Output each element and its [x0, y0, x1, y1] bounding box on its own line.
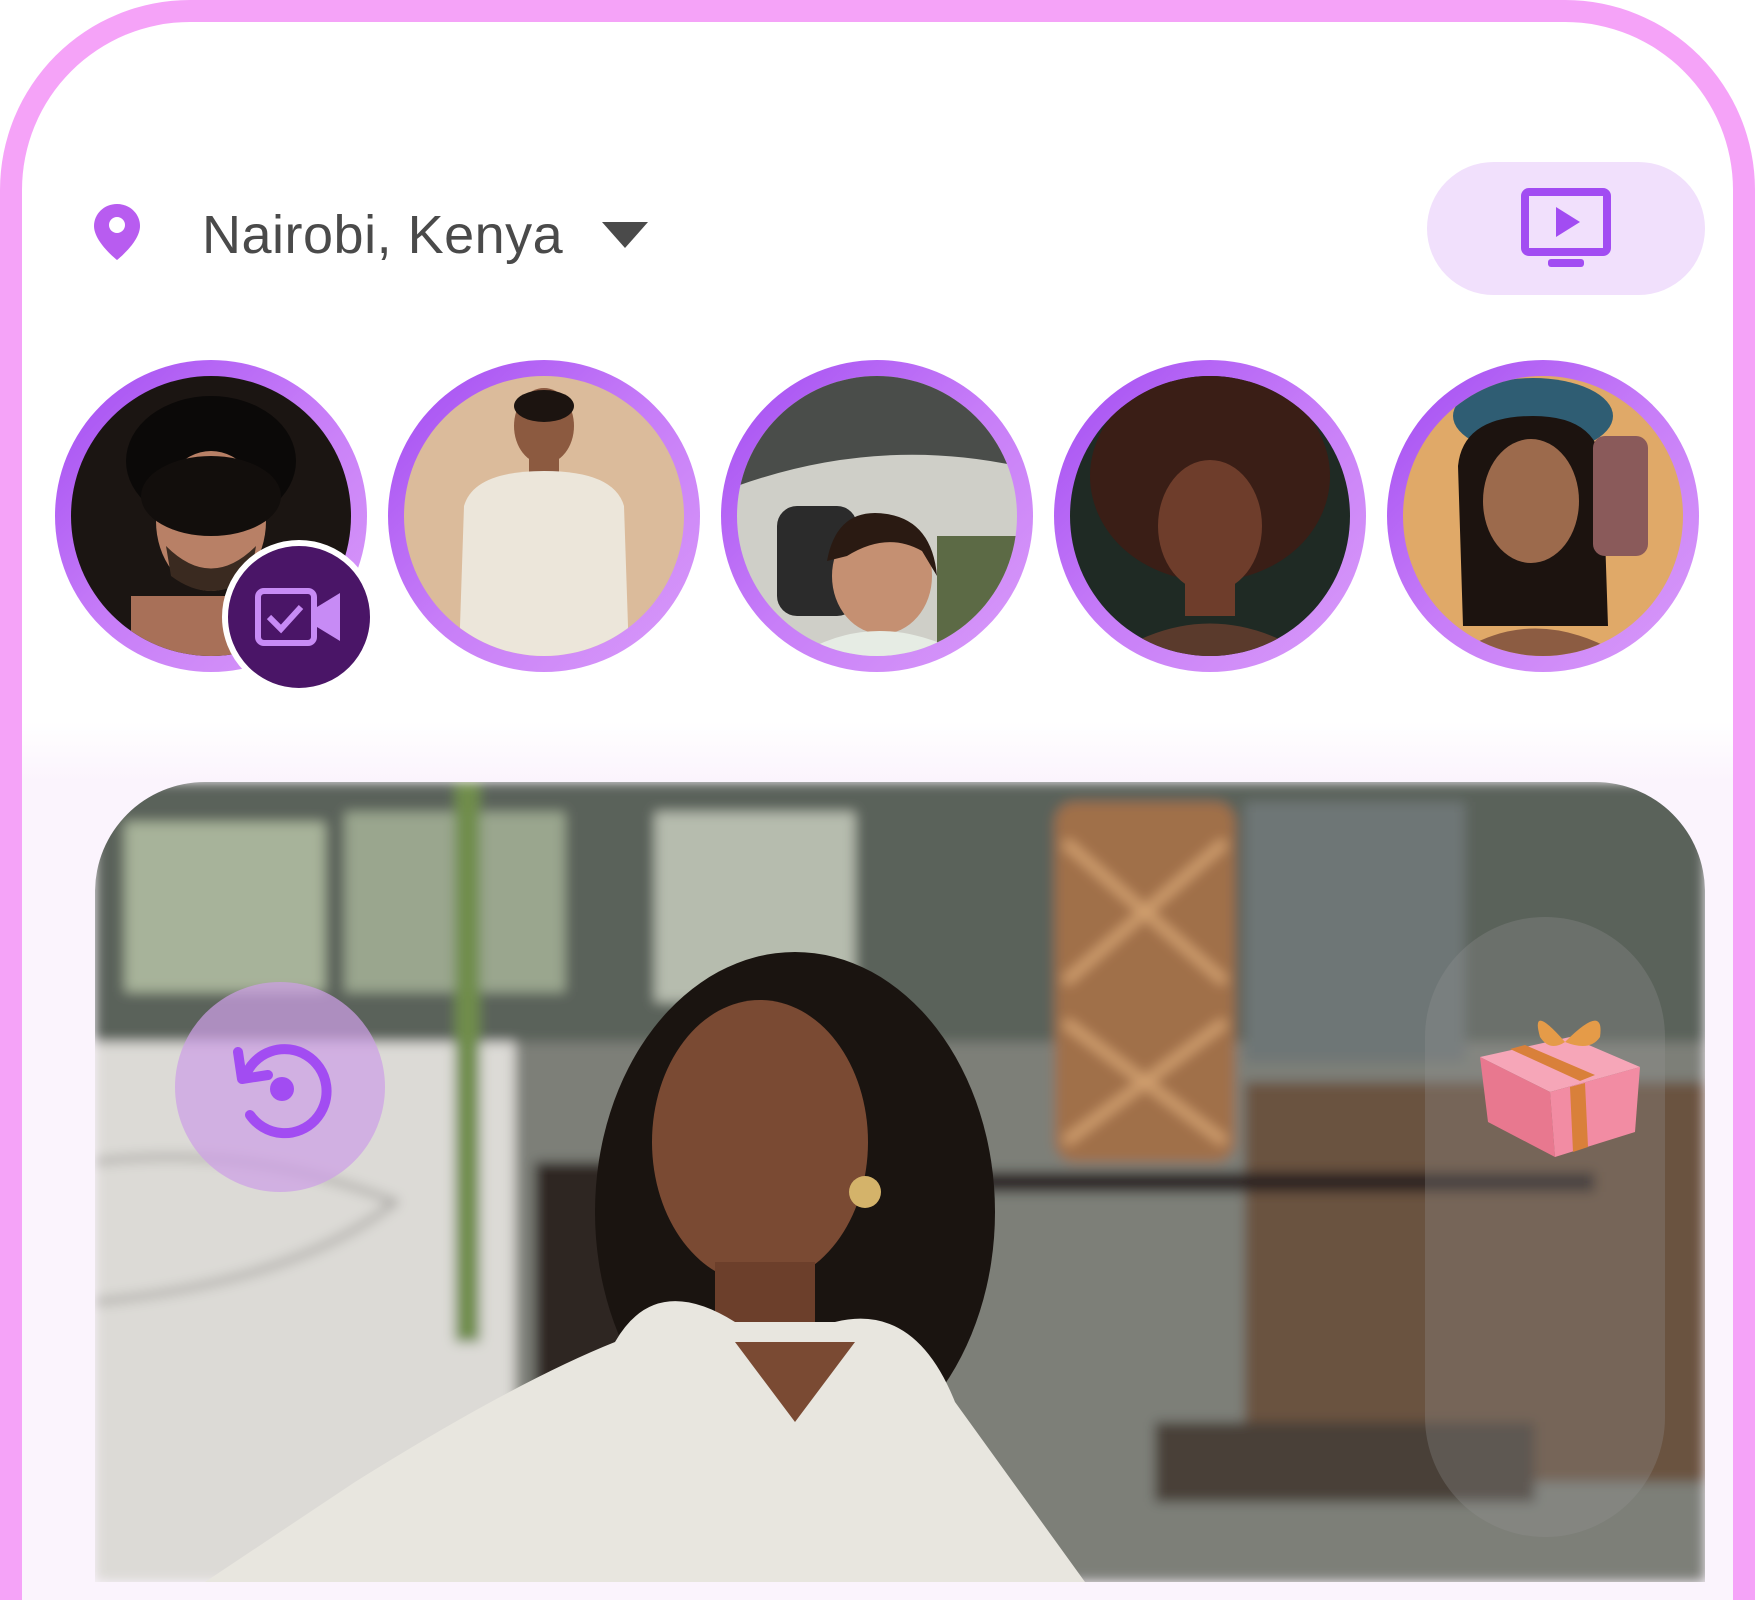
- profile-photo-card[interactable]: [95, 782, 1705, 1582]
- rewind-button[interactable]: [175, 982, 385, 1192]
- avatar: [404, 376, 684, 656]
- live-badge: [222, 540, 376, 694]
- caret-down-icon[interactable]: [602, 222, 648, 248]
- live-tv-button[interactable]: [1427, 162, 1705, 295]
- avatar: [1403, 376, 1683, 656]
- story-avatar-2[interactable]: [388, 360, 700, 672]
- story-avatar-3[interactable]: [721, 360, 1033, 672]
- tv-play-icon: [1521, 187, 1611, 267]
- story-avatar-5[interactable]: [1387, 360, 1699, 672]
- avatar: [737, 376, 1017, 656]
- location-label[interactable]: Nairobi, Kenya: [202, 200, 563, 270]
- phone-frame: Nairobi, Kenya: [0, 0, 1755, 1600]
- story-avatar-4[interactable]: [1054, 360, 1366, 672]
- avatar: [1070, 376, 1350, 656]
- video-check-icon: [255, 588, 340, 646]
- location-pin-icon: [94, 204, 140, 260]
- gift-icon[interactable]: [1470, 997, 1650, 1157]
- rewind-icon: [233, 1044, 332, 1139]
